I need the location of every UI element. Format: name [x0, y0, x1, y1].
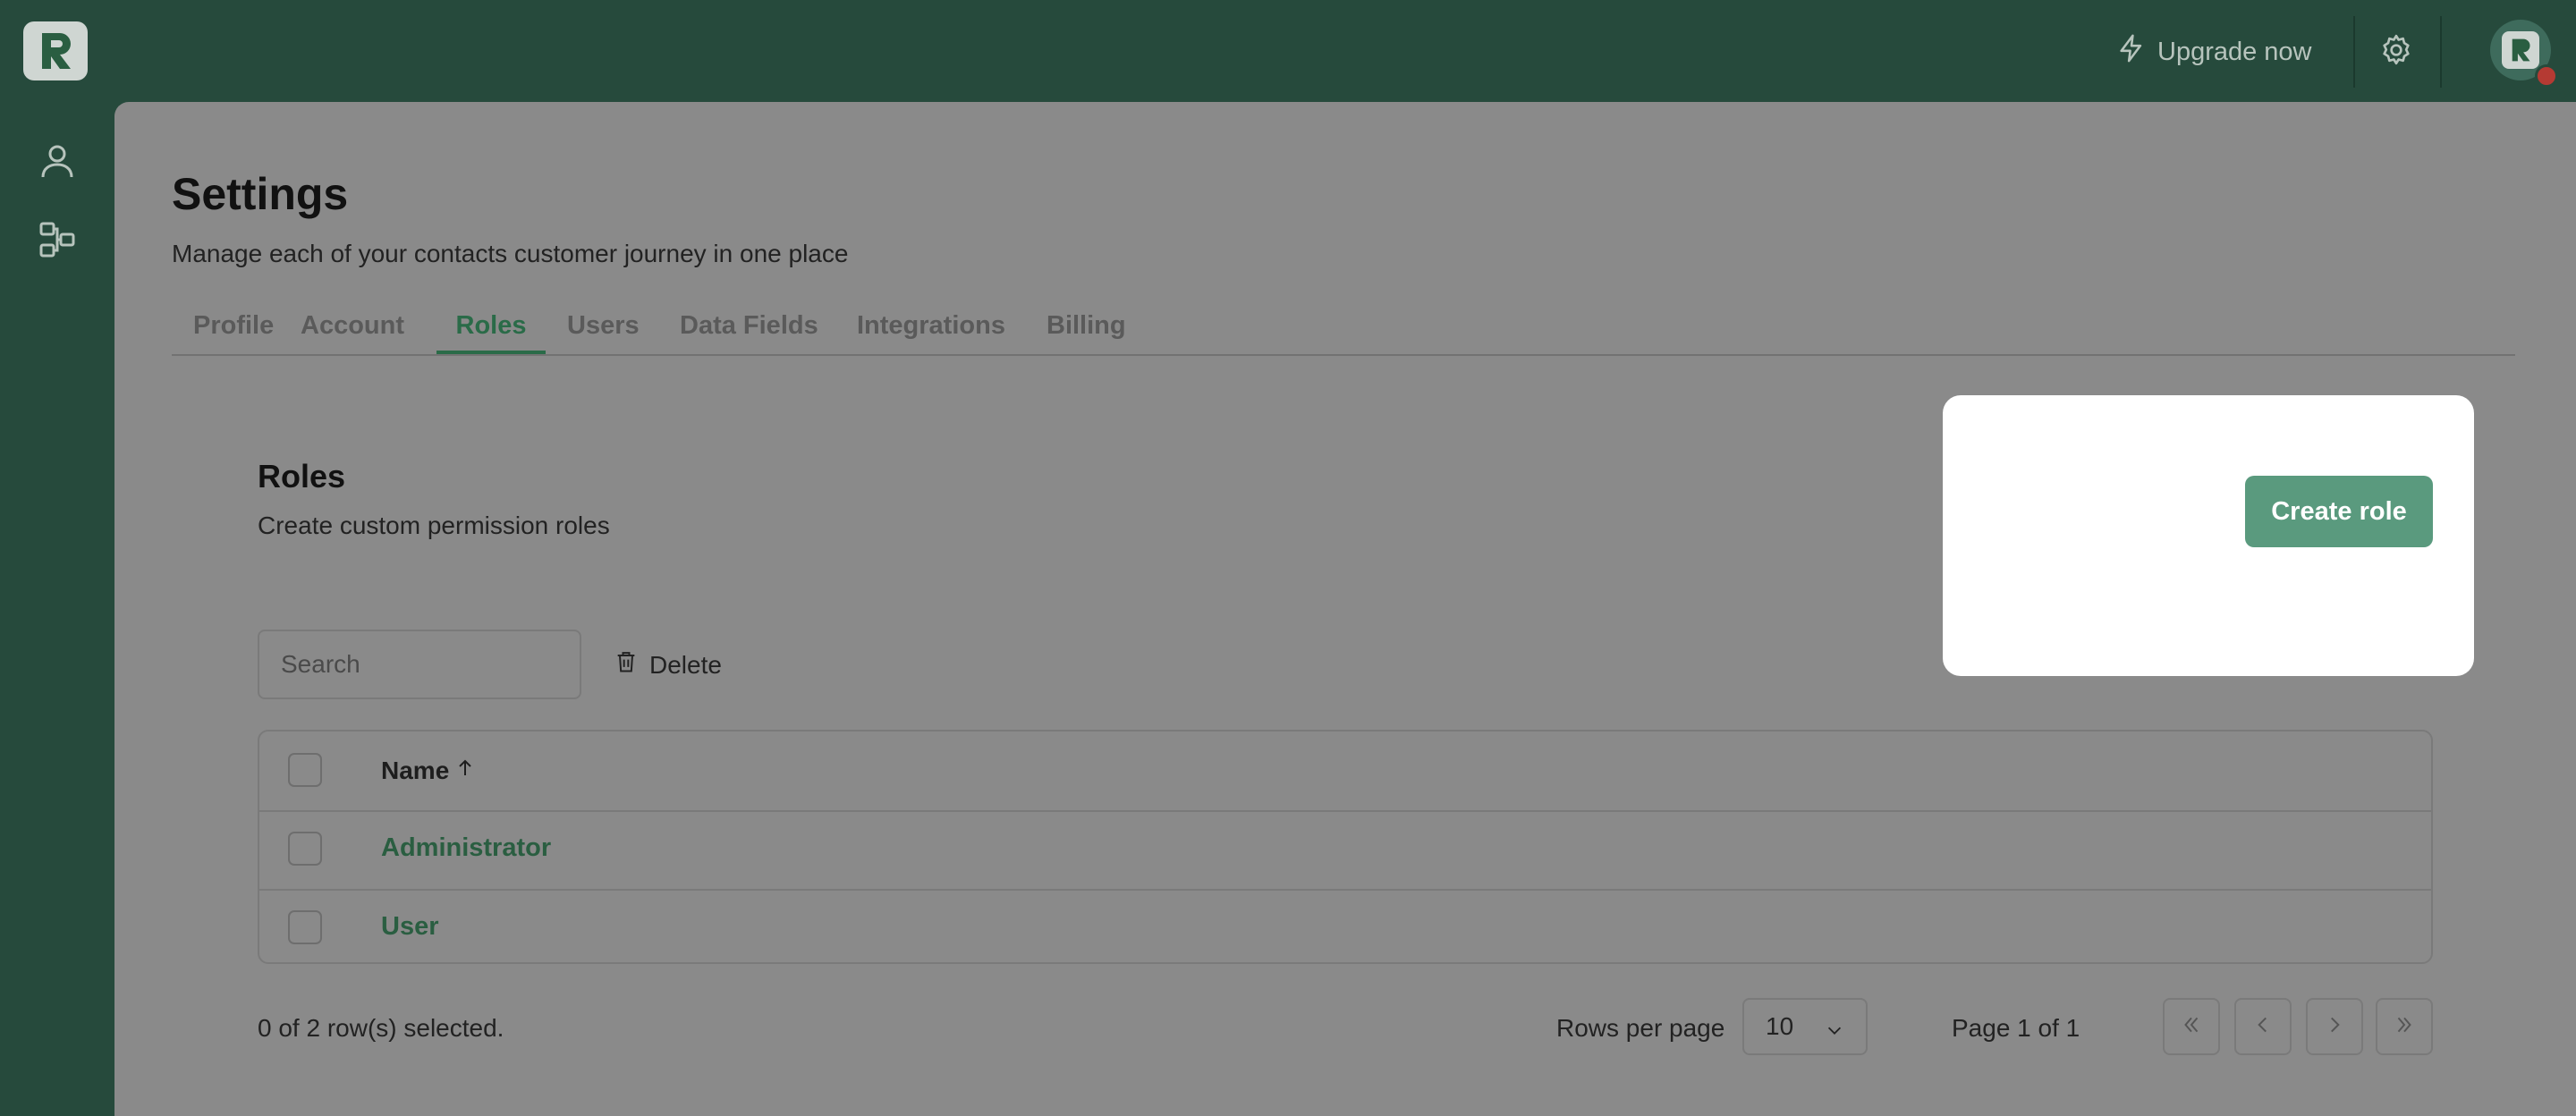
table-row[interactable]: Administrator: [259, 810, 2431, 891]
page-title: Settings: [172, 169, 349, 219]
row-checkbox[interactable]: [288, 910, 322, 944]
role-name-link[interactable]: User: [381, 912, 439, 942]
tab-users[interactable]: Users: [567, 300, 640, 354]
chevrons-left-icon: [2180, 1013, 2203, 1041]
rows-per-page-label: Rows per page: [1556, 1014, 1725, 1042]
search-input[interactable]: [258, 630, 581, 699]
sort-arrow-up-icon: [456, 757, 474, 785]
status-badge: [2535, 64, 2558, 88]
row-checkbox[interactable]: [288, 832, 322, 866]
chevron-left-icon: [2251, 1013, 2275, 1041]
contacts-icon[interactable]: [36, 140, 79, 182]
rows-per-page-value: 10: [1766, 1012, 1794, 1040]
tab-profile[interactable]: Profile: [193, 300, 274, 354]
page-subtitle: Manage each of your contacts customer jo…: [172, 240, 849, 267]
tab-roles[interactable]: Roles: [436, 300, 546, 354]
table-header: Name: [259, 731, 2431, 812]
settings-tabs: Profile Account Roles Users Data Fields …: [172, 300, 2515, 356]
tab-data-fields[interactable]: Data Fields: [680, 300, 818, 354]
upgrade-now-button[interactable]: Upgrade now: [2116, 30, 2312, 73]
chevron-right-icon: [2323, 1013, 2346, 1041]
next-page-button[interactable]: [2306, 998, 2363, 1055]
selected-count: 0 of 2 row(s) selected.: [258, 1014, 504, 1042]
logo-icon[interactable]: [23, 21, 88, 80]
logo-r-icon: [2502, 31, 2539, 69]
table-row[interactable]: User: [259, 889, 2431, 962]
gear-icon[interactable]: [2378, 32, 2414, 68]
chevrons-right-icon: [2393, 1013, 2416, 1041]
trash-icon: [614, 647, 639, 682]
first-page-button[interactable]: [2163, 998, 2220, 1055]
upgrade-now-label: Upgrade now: [2157, 37, 2312, 66]
roles-table: Name Administrator User: [258, 730, 2433, 964]
divider: [2353, 16, 2355, 88]
chevron-down-icon: [1825, 1018, 1844, 1046]
page-indicator: Page 1 of 1: [1952, 1014, 2080, 1042]
name-column-header[interactable]: Name: [381, 757, 474, 785]
lightning-icon: [2116, 31, 2147, 72]
create-role-highlight: Create role: [1943, 395, 2474, 676]
last-page-button[interactable]: [2376, 998, 2433, 1055]
tab-integrations[interactable]: Integrations: [857, 300, 1005, 354]
tab-billing[interactable]: Billing: [1046, 300, 1126, 354]
create-role-button[interactable]: Create role: [2245, 476, 2433, 547]
delete-button[interactable]: Delete: [614, 647, 722, 682]
tab-account[interactable]: Account: [301, 300, 404, 354]
rows-per-page-select[interactable]: 10: [1742, 998, 1868, 1055]
roles-title: Roles: [258, 458, 346, 495]
roles-subtitle: Create custom permission roles: [258, 512, 610, 539]
role-name-link[interactable]: Administrator: [381, 833, 551, 863]
top-bar: Upgrade now: [0, 0, 2576, 102]
workflow-icon[interactable]: [36, 218, 79, 261]
name-column-label: Name: [381, 757, 450, 784]
delete-label: Delete: [649, 650, 722, 679]
divider: [2440, 16, 2442, 88]
previous-page-button[interactable]: [2234, 998, 2292, 1055]
select-all-checkbox[interactable]: [288, 753, 322, 787]
